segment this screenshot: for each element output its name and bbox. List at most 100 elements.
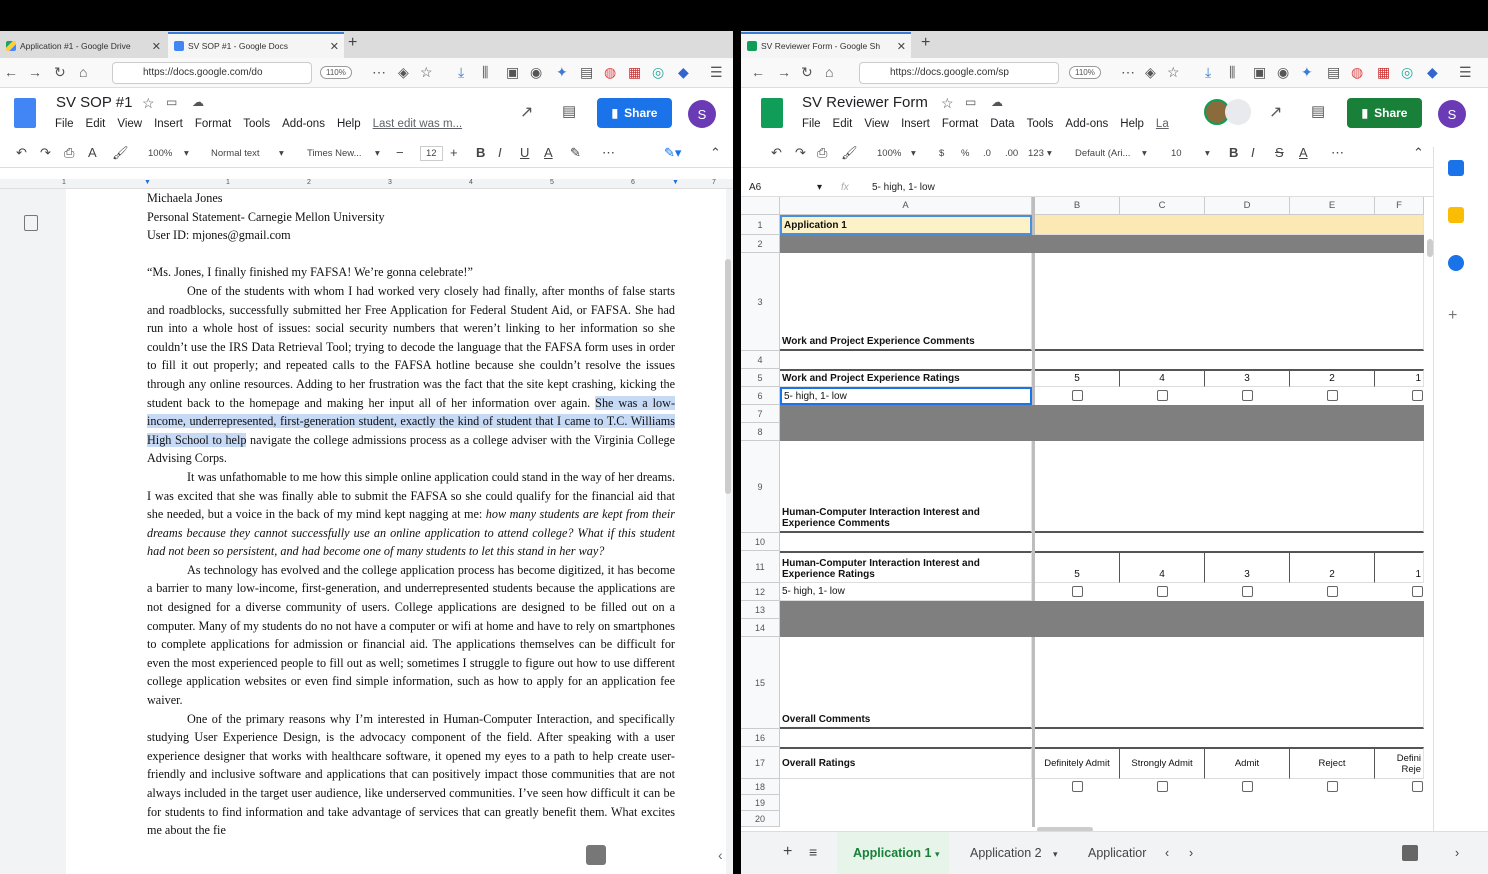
strikethrough-icon[interactable]: S: [1275, 145, 1284, 160]
star-icon[interactable]: ☆: [941, 95, 954, 112]
collapse-icon[interactable]: ⌃: [1413, 145, 1424, 161]
spreadsheet-title[interactable]: SV Reviewer Form: [802, 94, 928, 111]
comment-icon[interactable]: ▤: [562, 102, 576, 120]
print-icon[interactable]: ⎙: [64, 145, 74, 161]
extension-icon[interactable]: ▤: [1327, 64, 1340, 81]
cell-a3[interactable]: Work and Project Experience Comments: [780, 253, 1032, 351]
pocket-icon[interactable]: ◈: [1145, 64, 1156, 81]
close-icon[interactable]: ✕: [330, 40, 339, 53]
star-icon[interactable]: ☆: [142, 95, 155, 112]
percent-format-button[interactable]: %: [961, 148, 969, 159]
rating-checkbox[interactable]: [1412, 586, 1423, 597]
keep-icon[interactable]: [1448, 207, 1464, 223]
scrollbar[interactable]: [725, 259, 731, 494]
forward-icon[interactable]: →: [28, 64, 42, 80]
rating-checkbox[interactable]: [1412, 390, 1423, 401]
new-tab-icon[interactable]: +: [921, 34, 930, 52]
document-body[interactable]: Michaela Jones Personal Statement- Carne…: [147, 189, 675, 840]
chat-icon[interactable]: [1225, 99, 1251, 125]
menu-addons[interactable]: Add-ons: [1065, 118, 1108, 130]
menu-tools[interactable]: Tools: [1027, 118, 1054, 130]
tab-docs[interactable]: SV SOP #1 - Google Docs ✕: [168, 32, 344, 58]
menu-data[interactable]: Data: [990, 118, 1014, 130]
row-header[interactable]: 5: [741, 369, 780, 387]
download-icon[interactable]: ⤓: [458, 64, 464, 81]
editing-mode-icon[interactable]: ✎▾: [664, 145, 681, 161]
extension-icon[interactable]: ▦: [1377, 64, 1390, 81]
extension-icon[interactable]: ▤: [580, 64, 593, 81]
activity-icon[interactable]: ↗: [1269, 102, 1282, 122]
column-header-b[interactable]: B: [1035, 197, 1120, 215]
name-box[interactable]: A6: [749, 182, 761, 193]
menu-tools[interactable]: Tools: [243, 118, 270, 130]
spreadsheet-grid[interactable]: A B C D E F 1 2 3 4 5 6 7 8 9 10 11 12 1…: [741, 197, 1424, 827]
paint-format-icon[interactable]: 🖌: [841, 145, 858, 161]
more-formats-button[interactable]: 123: [1028, 148, 1044, 159]
menu-file[interactable]: File: [802, 118, 821, 130]
zoom-select[interactable]: 100%: [148, 148, 172, 159]
currency-format-button[interactable]: $: [939, 148, 944, 159]
row-header[interactable]: 3: [741, 253, 780, 351]
row-header[interactable]: 17: [741, 747, 780, 779]
ruler[interactable]: 1 ▼ 1 2 3 4 5 6 ▼ 7: [0, 179, 733, 189]
row-header[interactable]: 2: [741, 235, 780, 253]
add-sheet-icon[interactable]: +: [783, 843, 792, 861]
rating-label[interactable]: 2: [1290, 551, 1375, 583]
italic-icon[interactable]: I: [1251, 145, 1255, 160]
rating-checkbox[interactable]: [1327, 390, 1338, 401]
menu-insert[interactable]: Insert: [901, 118, 930, 130]
rating-checkbox[interactable]: [1327, 586, 1338, 597]
overall-checkbox[interactable]: [1327, 781, 1338, 792]
add-addon-icon[interactable]: +: [1448, 307, 1457, 325]
scroll-left-icon[interactable]: ‹: [1165, 846, 1169, 860]
account-icon[interactable]: ◉: [530, 64, 542, 81]
column-header-d[interactable]: D: [1205, 197, 1290, 215]
bold-icon[interactable]: B: [476, 145, 485, 160]
document-page[interactable]: Michaela Jones Personal Statement- Carne…: [66, 189, 726, 874]
menu-view[interactable]: View: [864, 118, 889, 130]
cell-a1[interactable]: Application 1: [780, 215, 1032, 235]
cell-a6[interactable]: 5- high, 1- low: [780, 387, 1032, 405]
print-icon[interactable]: ⎙: [817, 145, 827, 161]
sheet-tab-application-1[interactable]: Application 1: [853, 846, 931, 860]
sheets-logo-icon[interactable]: [761, 98, 783, 128]
rating-label[interactable]: 5: [1035, 369, 1120, 387]
rating-checkbox[interactable]: [1242, 586, 1253, 597]
more-icon[interactable]: ⋯: [372, 64, 386, 81]
cell-a12[interactable]: 5- high, 1- low: [780, 583, 1032, 601]
right-indent-marker-icon[interactable]: ▼: [672, 179, 679, 186]
rating-label[interactable]: 3: [1205, 369, 1290, 387]
star-icon[interactable]: ☆: [1167, 64, 1180, 81]
tab-drive[interactable]: Application #1 - Google Drive ✕: [0, 34, 166, 58]
menu-file[interactable]: File: [55, 118, 74, 130]
rating-label[interactable]: 1: [1375, 369, 1424, 387]
pocket-icon[interactable]: ◈: [398, 64, 409, 81]
font-select[interactable]: Times New...: [307, 148, 362, 159]
chevron-right-icon[interactable]: ›: [1455, 846, 1459, 860]
rating-checkbox[interactable]: [1242, 390, 1253, 401]
style-select[interactable]: Normal text: [211, 148, 260, 159]
row-header[interactable]: 14: [741, 619, 780, 637]
font-select[interactable]: Default (Ari...: [1075, 148, 1130, 159]
close-icon[interactable]: ✕: [897, 40, 906, 53]
cell-a15[interactable]: Overall Comments: [780, 637, 1032, 729]
zoom-select[interactable]: 100%: [877, 148, 901, 159]
cell-a11[interactable]: Human-Computer Interaction Interest and …: [780, 551, 1032, 583]
column-header-e[interactable]: E: [1290, 197, 1375, 215]
overall-rating-label[interactable]: Strongly Admit: [1120, 747, 1205, 779]
column-header-c[interactable]: C: [1120, 197, 1205, 215]
extension-icon[interactable]: ◎: [1401, 64, 1413, 81]
text-color-icon[interactable]: A: [1299, 145, 1308, 160]
chevron-left-icon[interactable]: ‹: [718, 847, 723, 863]
rating-checkbox[interactable]: [1157, 586, 1168, 597]
comments-cell[interactable]: [1035, 637, 1424, 729]
menu-edit[interactable]: Edit: [86, 118, 106, 130]
redo-icon[interactable]: ↷: [795, 145, 806, 161]
collapse-icon[interactable]: ⌃: [710, 145, 721, 161]
reload-icon[interactable]: ↻: [801, 64, 813, 81]
text-color-icon[interactable]: A: [544, 145, 553, 160]
overall-checkbox[interactable]: [1072, 781, 1083, 792]
row-header[interactable]: 16: [741, 729, 780, 747]
highlight-icon[interactable]: ✎: [570, 145, 581, 161]
row-header[interactable]: 10: [741, 533, 780, 551]
